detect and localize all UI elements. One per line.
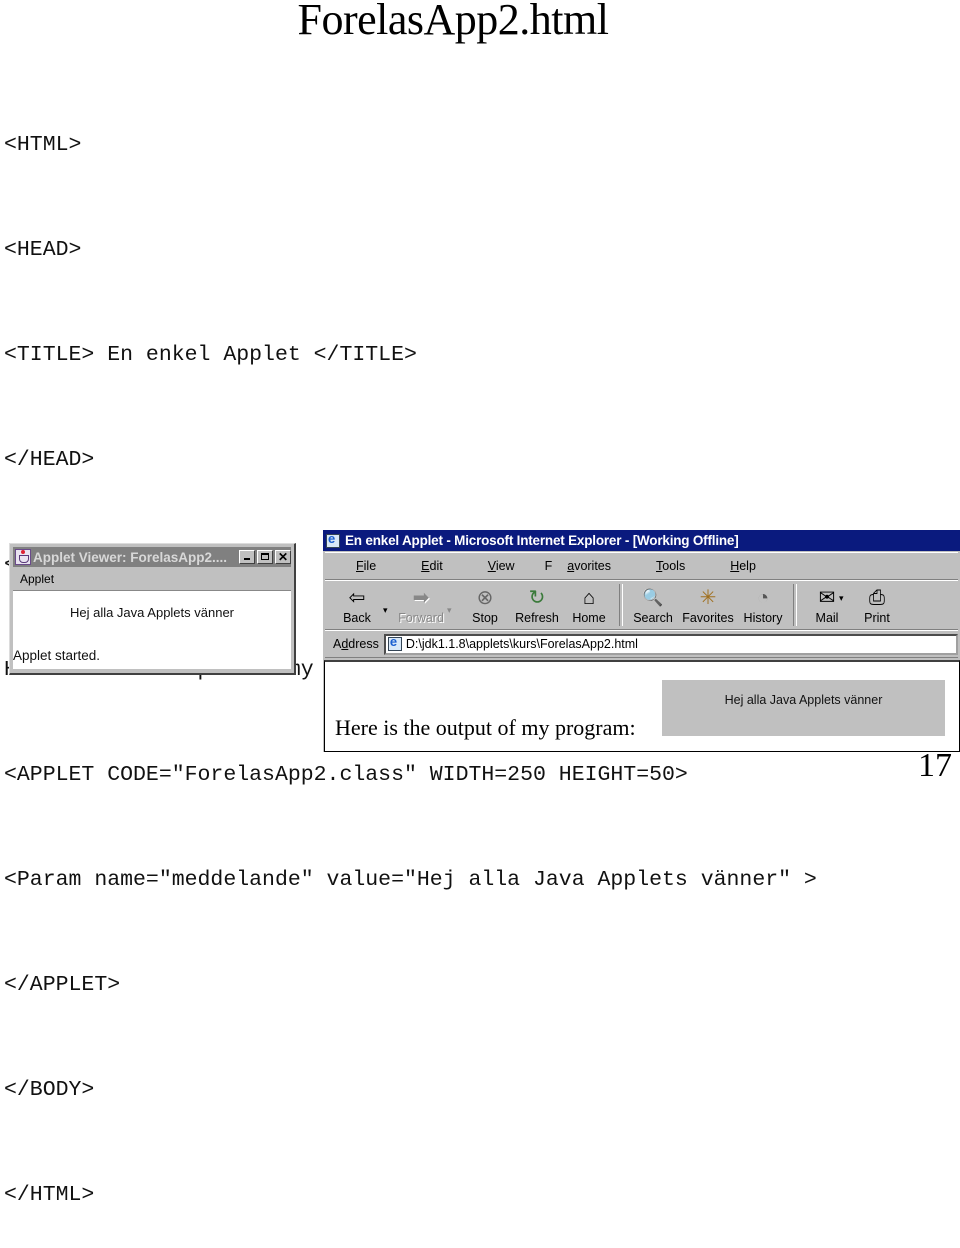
refresh-button[interactable]: ↻ Refresh	[511, 583, 563, 629]
toolbar-separator	[619, 584, 623, 626]
ie-menubar: File Edit View Favorites Tools Help	[325, 552, 958, 580]
embedded-applet-message: Hej alla Java Applets vänner	[724, 693, 883, 707]
code-line: <APPLET CODE="ForelasApp2.class" WIDTH=2…	[4, 763, 688, 787]
code-line: </HTML>	[4, 1183, 95, 1207]
menu-view[interactable]: View	[473, 559, 530, 573]
applet-menu[interactable]: Applet	[13, 569, 291, 589]
home-button[interactable]: ⌂ Home	[563, 583, 615, 629]
ie-page-content: Here is the output of my program: Hej al…	[324, 660, 960, 752]
applet-viewer-window: Applet Viewer: ForelasApp2.... ✕ Applet …	[9, 543, 296, 675]
history-icon: ◔	[756, 587, 770, 609]
favorites-icon: ✳	[699, 587, 717, 609]
print-button[interactable]: ⎙ Print	[851, 583, 903, 629]
maximize-button[interactable]	[257, 550, 273, 564]
applet-message: Hej alla Java Applets vänner	[69, 605, 235, 620]
stop-icon: ⊗	[476, 587, 494, 609]
address-bar: Address D:\jdk1.1.8\applets\kurs\Forelas…	[325, 630, 958, 658]
ie-window: En enkel Applet - Microsoft Internet Exp…	[323, 530, 960, 752]
ie-titlebar[interactable]: En enkel Applet - Microsoft Internet Exp…	[323, 530, 960, 551]
code-line: </BODY>	[4, 1078, 95, 1102]
menu-help[interactable]: Help	[715, 559, 771, 573]
search-icon: 🔍	[642, 588, 664, 607]
slide-title: ForelasApp2.html	[297, 0, 609, 44]
address-label: Address	[333, 637, 379, 651]
back-arrow-icon: ⇦	[348, 587, 366, 609]
ie-logo-icon	[326, 531, 340, 548]
applet-viewer-titlebar[interactable]: Applet Viewer: ForelasApp2.... ✕	[13, 547, 291, 567]
favorites-button[interactable]: ✳ Favorites	[679, 583, 737, 629]
home-icon: ⌂	[582, 587, 596, 609]
history-button[interactable]: ◔ History	[737, 583, 789, 629]
close-icon: ✕	[277, 550, 289, 564]
page-icon	[387, 634, 402, 651]
code-line: </HEAD>	[4, 448, 95, 472]
minimize-button[interactable]	[239, 550, 255, 564]
java-cup-icon	[15, 549, 31, 565]
forward-arrow-icon: ➡	[412, 587, 430, 609]
forward-dropdown-icon[interactable]: ▾	[447, 605, 459, 616]
address-input[interactable]: D:\jdk1.1.8\applets\kurs\ForelasApp2.htm…	[383, 633, 958, 655]
embedded-applet: Hej alla Java Applets vänner	[662, 680, 945, 736]
address-value: D:\jdk1.1.8\applets\kurs\ForelasApp2.htm…	[405, 637, 638, 651]
applet-viewer-content: Hej alla Java Applets vänner Applet star…	[13, 590, 291, 669]
applet-status: Applet started.	[13, 648, 101, 663]
forward-button[interactable]: ➡ Forward	[395, 583, 447, 629]
mail-button[interactable]: ✉ Mail	[801, 583, 853, 629]
stop-button[interactable]: ⊗ Stop	[459, 583, 511, 629]
mail-icon: ✉	[818, 587, 836, 609]
print-icon: ⎙	[869, 587, 885, 609]
search-button[interactable]: 🔍 Search	[627, 583, 679, 629]
back-dropdown-icon[interactable]: ▾	[383, 605, 395, 616]
refresh-icon: ↻	[528, 587, 546, 609]
code-line: <HEAD>	[4, 238, 82, 262]
ie-title: En enkel Applet - Microsoft Internet Exp…	[345, 533, 739, 548]
back-button[interactable]: ⇦ Back	[331, 583, 383, 629]
close-button[interactable]: ✕	[275, 550, 291, 564]
code-line: </APPLET>	[4, 973, 121, 997]
menu-tools[interactable]: Tools	[641, 559, 700, 573]
menu-edit[interactable]: Edit	[406, 559, 458, 573]
code-line: <TITLE> En enkel Applet </TITLE>	[4, 343, 417, 367]
toolbar-separator	[793, 584, 797, 626]
applet-viewer-title: Applet Viewer: ForelasApp2....	[33, 549, 228, 565]
menu-favorites[interactable]: Favorites	[545, 559, 626, 573]
menu-file[interactable]: File	[341, 559, 391, 573]
page-text: Here is the output of my program:	[335, 715, 636, 740]
mail-dropdown-icon[interactable]: ▾	[839, 593, 851, 604]
code-line: <HTML>	[4, 133, 82, 157]
page-number: 17	[918, 747, 952, 784]
code-line: <Param name="meddelande" value="Hej alla…	[4, 868, 817, 892]
ie-toolbar: ⇦ Back ▾ ➡ Forward ▾ ⊗ Stop ↻ Refresh ⌂ …	[325, 580, 958, 630]
